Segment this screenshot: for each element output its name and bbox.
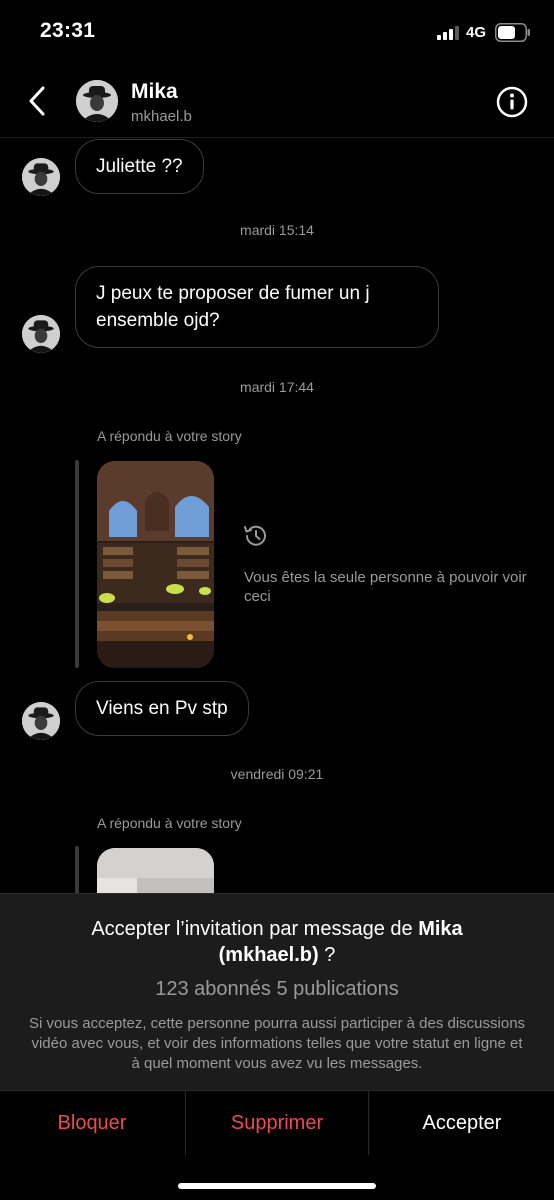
- signal-icon: [437, 26, 459, 40]
- contact-username[interactable]: mkhael.b: [131, 108, 192, 125]
- message-text: Juliette ??: [96, 156, 183, 177]
- history-icon: [244, 525, 266, 546]
- message-bubble[interactable]: Viens en Pv stp: [75, 681, 249, 736]
- avatar[interactable]: [76, 80, 118, 122]
- invite-title-suffix: ?: [318, 944, 336, 966]
- avatar[interactable]: [22, 158, 60, 196]
- avatar-image: [22, 158, 60, 196]
- home-indicator[interactable]: [178, 1183, 376, 1189]
- info-icon[interactable]: [496, 86, 528, 118]
- avatar-image: [22, 702, 60, 740]
- accept-button[interactable]: Accepter: [370, 1091, 554, 1155]
- message-request-panel: Accepter l’invitation par message de Mik…: [0, 893, 554, 1090]
- story-thumbnail[interactable]: [97, 461, 214, 668]
- visibility-note: Vous êtes la seule personne à pouvoir vo…: [244, 569, 527, 605]
- avatar[interactable]: [22, 702, 60, 740]
- story-reply-bar: [75, 460, 79, 668]
- message-timestamp: mardi 15:14: [240, 222, 314, 238]
- message-text: Viens en Pv stp: [96, 698, 228, 719]
- message-text-line: ensemble ojd?: [96, 310, 220, 331]
- invite-title-name: Mika: [418, 918, 463, 940]
- story-reply-note: A répondu à votre story: [97, 428, 242, 444]
- story-image: [97, 461, 214, 668]
- request-action-bar: Bloquer Supprimer Accepter: [0, 1090, 554, 1200]
- network-label: 4G: [466, 24, 487, 41]
- status-bar: 23:31 4G: [0, 0, 554, 66]
- battery-icon: [495, 23, 530, 42]
- invite-description: Si vous acceptez, cette personne pourra …: [28, 1015, 526, 1072]
- avatar[interactable]: [22, 315, 60, 353]
- chevron-left-icon[interactable]: [24, 84, 54, 118]
- status-time: 23:31: [40, 19, 96, 42]
- delete-button[interactable]: Supprimer: [185, 1091, 369, 1155]
- message-bubble[interactable]: J peux te proposer de fumer un j ensembl…: [75, 266, 439, 348]
- invite-title-username: (mkhael.b): [218, 944, 319, 966]
- message-text-line: J peux te proposer de fumer un j: [96, 283, 370, 304]
- chat-header: Mika mkhael.b: [0, 66, 554, 138]
- block-button[interactable]: Bloquer: [0, 1091, 184, 1155]
- story-reply-note: A répondu à votre story: [97, 815, 242, 831]
- message-timestamp: mardi 17:44: [240, 379, 314, 395]
- invite-title: Accepter l’invitation par message de Mik…: [30, 916, 524, 968]
- invite-title-prefix: Accepter l’invitation par message de: [91, 918, 419, 940]
- contact-name[interactable]: Mika: [131, 80, 178, 104]
- avatar-image: [22, 315, 60, 353]
- message-bubble[interactable]: Juliette ??: [75, 139, 204, 194]
- message-timestamp: vendredi 09:21: [230, 766, 324, 782]
- avatar-image: [76, 80, 118, 122]
- profile-stats: 123 abonnés 5 publications: [155, 978, 399, 1000]
